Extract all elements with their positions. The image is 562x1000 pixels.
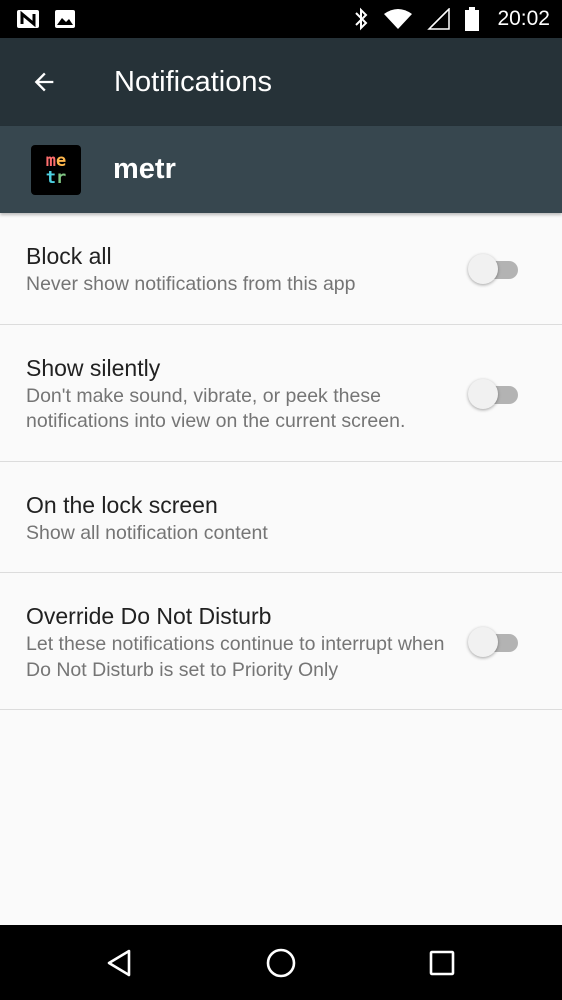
nav-home-button[interactable] <box>241 925 321 1000</box>
show-silently-switch[interactable] <box>468 377 522 409</box>
status-right: 20:02 <box>353 7 550 31</box>
back-button[interactable] <box>0 38 88 126</box>
setting-summary: Show all notification content <box>26 521 268 544</box>
status-left <box>16 9 76 29</box>
switch-thumb <box>468 378 498 409</box>
switch-thumb <box>468 627 498 657</box>
app-icon-letter-r: r <box>56 167 67 188</box>
status-time: 20:02 <box>497 7 550 30</box>
app-icon: m e t r <box>31 144 81 195</box>
setting-title: On the lock screen <box>26 491 218 518</box>
recents-square-icon <box>428 949 456 977</box>
battery-icon <box>465 7 480 31</box>
bluetooth-icon <box>353 7 369 31</box>
block-all-switch[interactable] <box>468 252 522 285</box>
toolbar: Notifications <box>0 38 562 126</box>
home-circle-icon <box>265 947 297 979</box>
app-icon-letter-t: t <box>45 167 56 188</box>
cellular-signal-icon <box>427 8 451 30</box>
override-dnd-switch[interactable] <box>468 625 522 657</box>
wifi-icon <box>383 8 413 30</box>
app-icon-letter-e: e <box>56 150 67 171</box>
settings-list: Block all Never show notifications from … <box>0 213 562 710</box>
app-header: m e t r metr <box>0 126 562 213</box>
setting-block-all[interactable]: Block all Never show notifications from … <box>0 213 562 325</box>
navigation-bar <box>0 925 562 1000</box>
status-bar: 20:02 <box>0 0 562 38</box>
arrow-back-icon <box>30 68 58 96</box>
image-notification-icon <box>54 9 76 29</box>
setting-summary: Don't make sound, vibrate, or peek these… <box>26 384 406 433</box>
nav-recents-button[interactable] <box>402 925 482 1000</box>
switch-thumb <box>468 254 498 285</box>
app-name: metr <box>113 153 176 185</box>
nav-back-button[interactable] <box>80 925 160 1000</box>
setting-show-silently[interactable]: Show silently Don't make sound, vibrate,… <box>0 325 562 462</box>
setting-lock-screen[interactable]: On the lock screen Show all notification… <box>0 462 562 573</box>
setting-title: Override Do Not Disturb <box>26 603 272 629</box>
setting-title: Block all <box>26 243 112 269</box>
app-icon-letter-m: m <box>45 150 56 171</box>
n-notification-icon <box>16 9 40 29</box>
page-title: Notifications <box>114 65 272 98</box>
back-triangle-icon <box>105 948 135 978</box>
setting-summary: Never show notifications from this app <box>26 273 356 295</box>
setting-override-dnd[interactable]: Override Do Not Disturb Let these notifi… <box>0 573 562 710</box>
setting-summary: Let these notifications continue to inte… <box>26 633 445 681</box>
setting-title: Show silently <box>26 354 161 381</box>
